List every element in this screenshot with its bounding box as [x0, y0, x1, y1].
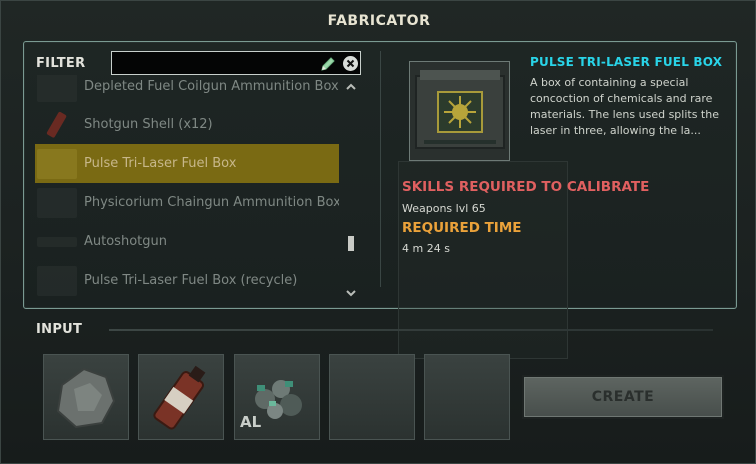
list-item[interactable]: Physicorium Chaingun Ammunition Box [35, 183, 339, 222]
pencil-icon[interactable] [319, 55, 337, 73]
list-item-label: Depleted Fuel Coilgun Ammunition Box ( [84, 79, 339, 94]
panel-divider [380, 51, 381, 287]
skills-heading: SKILLS REQUIRED TO CALIBRATE [402, 179, 650, 195]
create-button[interactable]: CREATE [522, 375, 724, 419]
filter-label: FILTER [36, 56, 86, 71]
fuel-box-icon [37, 265, 77, 296]
element-tag: AL [240, 413, 262, 431]
list-item[interactable]: Depleted Fuel Coilgun Ammunition Box ( [35, 75, 339, 106]
list-item-label: Autoshotgun [84, 234, 167, 249]
input-slot-empty[interactable] [329, 354, 415, 440]
input-slot[interactable]: AL [234, 354, 320, 440]
ammo-box-icon [37, 187, 77, 218]
skills-value: Weapons lvl 65 [402, 202, 486, 215]
shotgun-shell-icon [37, 110, 77, 140]
autoshotgun-icon [37, 236, 77, 247]
scrollbar-thumb[interactable] [348, 236, 354, 251]
list-item[interactable]: Autoshotgun [35, 222, 339, 261]
list-item-label: Pulse Tri-Laser Fuel Box (recycle) [84, 273, 298, 288]
input-label: INPUT [36, 322, 83, 337]
list-item-selected[interactable]: Pulse Tri-Laser Fuel Box [35, 144, 339, 183]
fuel-box-icon [37, 148, 77, 179]
input-divider [109, 329, 713, 331]
item-description: A box of containing a special concoction… [530, 76, 719, 137]
list-item-label: Physicorium Chaingun Ammunition Box [84, 195, 339, 210]
clear-icon[interactable] [342, 55, 359, 72]
item-preview-image [409, 61, 510, 161]
input-slot[interactable] [138, 354, 224, 440]
item-title: PULSE TRI-LASER FUEL BOX [530, 55, 723, 69]
window-title: FABRICATOR [327, 13, 431, 29]
list-item[interactable]: Pulse Tri-Laser Fuel Box (recycle) [35, 261, 339, 299]
input-slot[interactable] [43, 354, 129, 440]
recipe-list: Depleted Fuel Coilgun Ammunition Box ( S… [35, 75, 339, 299]
chevron-up-icon[interactable] [345, 82, 357, 92]
input-slot-empty[interactable] [424, 354, 510, 440]
list-item-label: Pulse Tri-Laser Fuel Box [84, 156, 237, 171]
fuel-bottle-icon [153, 365, 206, 430]
list-item[interactable]: Shotgun Shell (x12) [35, 105, 339, 144]
time-value: 4 m 24 s [402, 242, 450, 255]
time-heading: REQUIRED TIME [402, 220, 522, 236]
list-item-label: Shotgun Shell (x12) [84, 117, 213, 132]
rock-icon [56, 367, 116, 429]
chevron-down-icon[interactable] [345, 288, 357, 298]
ammo-box-icon [37, 75, 77, 102]
fabricator-window: FABRICATOR FILTER Depleted Fuel Coilgun … [0, 0, 756, 464]
fuel-box-icon [415, 70, 505, 149]
